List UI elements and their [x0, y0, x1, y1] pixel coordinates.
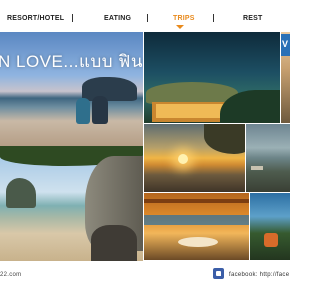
photo-dining-deck[interactable] [144, 193, 249, 260]
nav-item-rest[interactable]: REST [243, 15, 262, 22]
rock-island [82, 77, 137, 101]
nav-separator [72, 14, 73, 22]
boat [251, 166, 263, 170]
thumbs-up-icon[interactable] [213, 268, 224, 279]
photo-bay[interactable] [246, 124, 290, 192]
roof-beam [144, 199, 249, 203]
footer-facebook-link[interactable]: facebook: http://face [229, 272, 289, 278]
shore-rocks [91, 225, 137, 261]
footer-website-url[interactable]: 22.com [0, 272, 21, 278]
nav-item-eating[interactable]: EATING [104, 15, 131, 22]
photo-lounge-chairs[interactable] [250, 193, 290, 260]
nav-item-resort-hotel[interactable]: RESORT/HOTEL [7, 15, 64, 22]
hero-title[interactable]: N LOVE...แบบ ฟินๆ #1 [0, 48, 143, 75]
tree-silhouette [204, 124, 245, 154]
person-silhouette [92, 96, 108, 124]
nav-separator [147, 14, 148, 22]
sea-view [144, 215, 249, 225]
chair [264, 233, 278, 247]
pavilion-lights [156, 104, 228, 118]
photo-partial-right[interactable]: V [281, 32, 290, 123]
nav-separator [213, 14, 214, 22]
karst-island [6, 178, 36, 208]
photo-pavilion-dusk[interactable] [144, 32, 280, 123]
top-nav: RESORT/HOTEL EATING TRIPS REST [0, 0, 290, 30]
active-indicator-caret [176, 25, 184, 29]
photo-sunset[interactable] [144, 124, 245, 192]
sun [178, 154, 188, 164]
dining-table [178, 237, 218, 247]
photo-karst-beach[interactable] [0, 146, 143, 261]
side-badge[interactable]: V [281, 34, 290, 56]
side-badge-label: V [282, 39, 289, 49]
photo-beach-couple[interactable]: N LOVE...แบบ ฟินๆ #1 [0, 32, 143, 146]
person-silhouette [76, 98, 90, 124]
nav-item-trips[interactable]: TRIPS [173, 15, 195, 22]
